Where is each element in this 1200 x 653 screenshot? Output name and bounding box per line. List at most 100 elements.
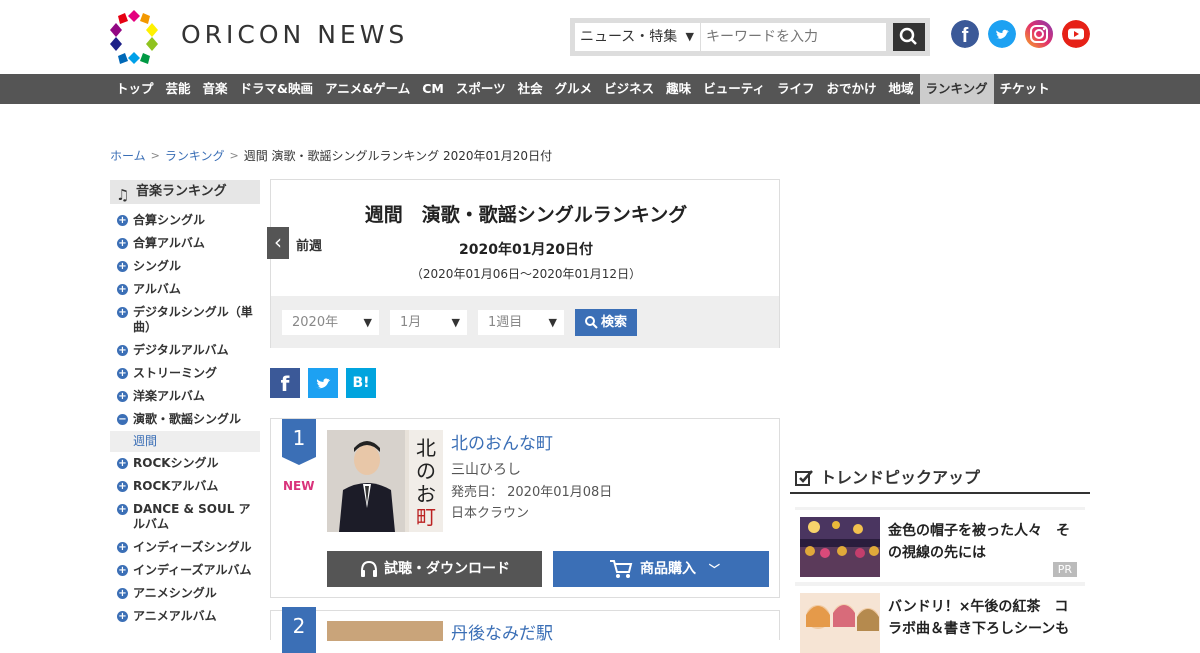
chevron-down-icon: ﹀	[708, 563, 720, 576]
ranking-date: 2020年01月20日付	[459, 242, 593, 258]
chevron-right-icon: >	[150, 149, 160, 162]
search-button[interactable]	[893, 23, 925, 51]
plus-circle-icon: +	[117, 481, 128, 492]
breadcrumb-ranking[interactable]: ランキング	[165, 147, 225, 164]
nav-item[interactable]: ライフ	[771, 74, 821, 104]
nav-item[interactable]: ビジネス	[598, 74, 660, 104]
nav-item[interactable]: CM	[416, 74, 450, 104]
filter-bar: 2020年 ▼ 1月 ▼ 1週目 ▼ 検索	[271, 296, 779, 348]
sidebar-subitem-weekly[interactable]: 週間	[110, 431, 260, 452]
nav-item[interactable]: 趣味	[660, 74, 697, 104]
song-title[interactable]: 北のおんな町	[451, 429, 553, 454]
sidebar-item-label: アニメシングル	[133, 586, 217, 600]
ranking-header-box: 週間 演歌・歌謡シングルランキング ‹ 前週 2020年01月20日付 （202…	[267, 179, 780, 348]
trend-item-text: バンドリ！×午後の紅茶 コラボ曲＆書き下ろしシーンも	[888, 599, 1070, 637]
listen-download-button[interactable]: 試聴・ダウンロード	[327, 551, 542, 587]
sidebar-item[interactable]: + インディーズアルバム	[110, 559, 260, 582]
sidebar-item[interactable]: + インディーズシングル	[110, 536, 260, 559]
nav-item[interactable]: グルメ	[549, 74, 599, 104]
site-logo-text[interactable]: ORICON NEWS	[181, 20, 408, 49]
sidebar-item[interactable]: + ROCKアルバム	[110, 475, 260, 498]
share-hatena-button[interactable]: B!	[346, 368, 376, 398]
twitter-icon[interactable]	[988, 20, 1016, 48]
sidebar-item[interactable]: + アルバム	[110, 278, 260, 301]
search-category-value: ニュース・特集	[580, 29, 678, 45]
plus-circle-icon: +	[117, 588, 128, 599]
trend-item[interactable]: バンドリ！×午後の紅茶 コラボ曲＆書き下ろしシーンも	[795, 586, 1085, 653]
plus-circle-icon: +	[117, 542, 128, 553]
artist-name[interactable]: 三山ひろし	[451, 459, 521, 479]
nav-item[interactable]: チケット	[994, 74, 1056, 104]
sidebar-item[interactable]: + ROCKシングル	[110, 452, 260, 475]
song-title[interactable]: 丹後なみだ駅	[451, 619, 553, 644]
year-select[interactable]: 2020年 ▼	[282, 310, 379, 335]
sidebar-item-label: 洋楽アルバム	[133, 389, 205, 403]
nav-item[interactable]: ドラマ&映画	[234, 74, 319, 104]
plus-circle-icon: +	[117, 307, 128, 318]
global-nav-items: トップ 芸能 音楽 ドラマ&映画 アニメ&ゲーム CM スポーツ 社会 グルメ ビジネス 趣味 ビュー…	[110, 74, 1056, 104]
album-jacket-image[interactable]: 北 の お 町	[327, 430, 443, 532]
nav-item[interactable]: トップ	[110, 74, 160, 104]
search-bar: ニュース・特集 ▼	[570, 18, 930, 56]
sidebar-item[interactable]: + DANCE & SOUL アルバム	[110, 498, 260, 536]
sidebar-item[interactable]: + 合算シングル	[110, 209, 260, 232]
sidebar-item[interactable]: + 洋楽アルバム	[110, 385, 260, 408]
hatena-share-icon: B!	[352, 375, 370, 391]
svg-text:の: の	[416, 459, 436, 483]
nav-item[interactable]: 社会	[512, 74, 549, 104]
search-input[interactable]	[701, 23, 886, 51]
week-select[interactable]: 1週目 ▼	[478, 310, 564, 335]
trend-item[interactable]: 金色の帽子を被った人々 その視線の先には PR	[795, 510, 1085, 582]
sidebar-item[interactable]: + デジタルシングル（単曲）	[110, 301, 260, 339]
sidebar-item[interactable]: + アニメシングル	[110, 582, 260, 605]
nav-item[interactable]: アニメ&ゲーム	[319, 74, 416, 104]
search-icon	[585, 316, 598, 329]
sidebar-item-label: デジタルアルバム	[133, 343, 229, 357]
minus-circle-icon: −	[117, 414, 128, 425]
ranking-item: 1 NEW 北 の お 町 北のおんな町 三山ひろし 発売日： 2020年01月…	[270, 418, 780, 598]
plus-circle-icon: +	[117, 458, 128, 469]
share-facebook-button[interactable]: f	[270, 368, 300, 398]
album-jacket-image[interactable]	[327, 621, 443, 641]
facebook-icon[interactable]: f	[951, 20, 979, 48]
breadcrumb-home[interactable]: ホーム	[110, 147, 146, 164]
chevron-down-icon: ▼	[363, 316, 372, 329]
nav-item[interactable]: ランキング	[919, 74, 994, 104]
sidebar-item[interactable]: + 合算アルバム	[110, 232, 260, 255]
plus-circle-icon: +	[117, 345, 128, 356]
cart-icon	[610, 560, 633, 578]
chevron-down-icon: ▼	[548, 316, 557, 329]
nav-item[interactable]: 地域	[882, 74, 919, 104]
sidebar-item[interactable]: + デジタルアルバム	[110, 339, 260, 362]
sidebar-item-label: インディーズアルバム	[133, 563, 252, 577]
search-category-select[interactable]: ニュース・特集 ▼	[575, 23, 700, 51]
sidebar-item[interactable]: + ストリーミング	[110, 362, 260, 385]
breadcrumb-current: 週間 演歌・歌謡シングルランキング 2020年01月20日付	[243, 149, 553, 163]
sidebar-item[interactable]: − 演歌・歌謡シングル	[110, 408, 260, 431]
chevron-right-icon: >	[229, 149, 239, 162]
sidebar-heading: ♫ 音楽ランキング	[110, 180, 260, 204]
rank-badge: 2	[282, 607, 316, 653]
sidebar-item-label: 演歌・歌謡シングル	[133, 412, 242, 426]
chevron-down-icon: ▼	[685, 30, 694, 43]
filter-search-button[interactable]: 検索	[575, 309, 637, 336]
purchase-button[interactable]: 商品購入 ﹀	[553, 551, 769, 587]
youtube-icon[interactable]	[1062, 20, 1090, 48]
oricon-logo[interactable]	[110, 10, 158, 64]
plus-circle-icon: +	[117, 611, 128, 622]
share-twitter-button[interactable]	[308, 368, 338, 398]
month-select[interactable]: 1月 ▼	[390, 310, 467, 335]
nav-item[interactable]: 音楽	[197, 74, 234, 104]
plus-circle-icon: +	[117, 504, 128, 515]
sidebar-list: + 合算シングル + 合算アルバム + シングル + アルバム + デジタルシングル（単曲） + デジ…	[110, 209, 260, 628]
nav-item[interactable]: 芸能	[160, 74, 197, 104]
sidebar-item[interactable]: + シングル	[110, 255, 260, 278]
nav-item[interactable]: ビューティ	[697, 74, 771, 104]
nav-item[interactable]: スポーツ	[450, 74, 512, 104]
trend-item-text: 金色の帽子を被った人々 その視線の先には	[888, 523, 1070, 561]
sidebar-item[interactable]: + アニメアルバム	[110, 605, 260, 628]
instagram-icon[interactable]	[1025, 20, 1053, 48]
chevron-down-icon: ▼	[451, 316, 460, 329]
sidebar-item-label: ROCKアルバム	[133, 479, 219, 493]
nav-item[interactable]: おでかけ	[820, 74, 882, 104]
